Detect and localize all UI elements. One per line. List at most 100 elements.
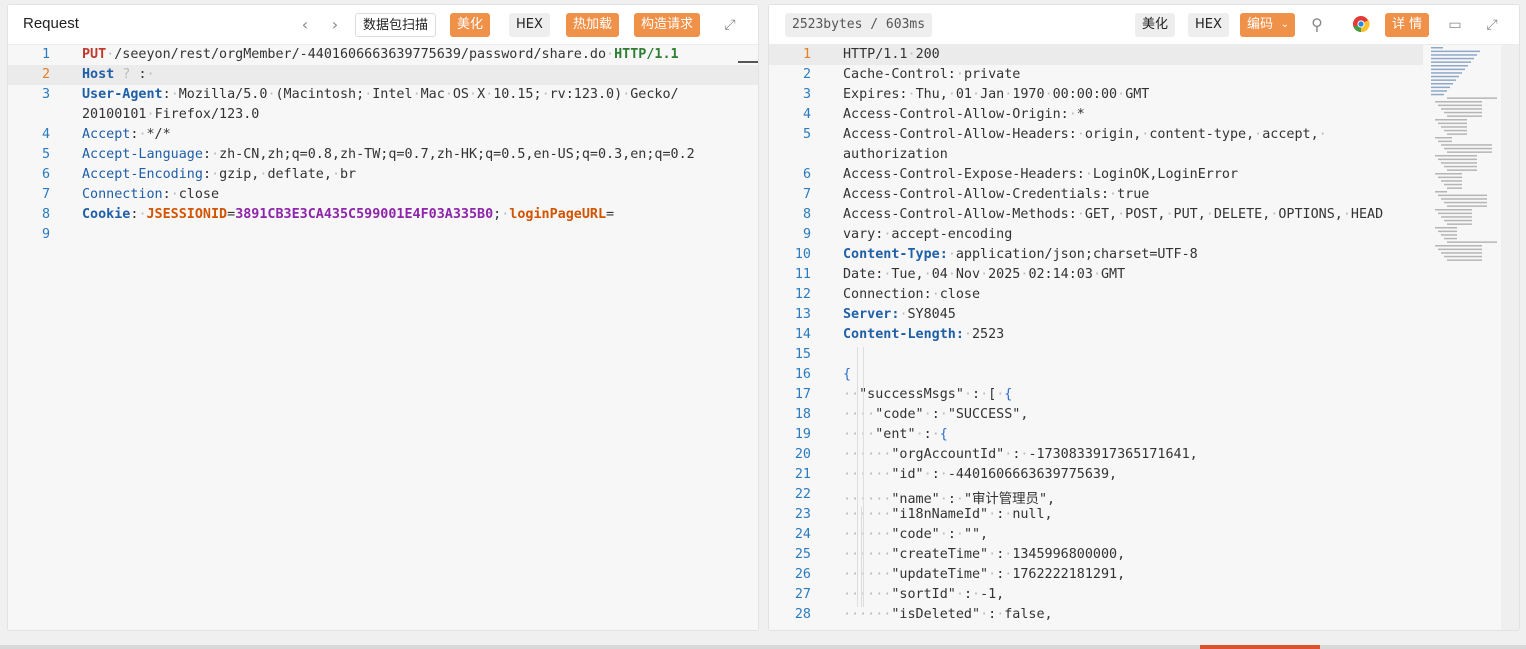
code-token: ·: [915, 427, 924, 442]
code-token: ·: [1318, 127, 1327, 142]
code-token: LoginOK,LoginError: [1092, 167, 1239, 182]
line-number: 28: [794, 607, 811, 622]
code-token: 10.15;: [493, 87, 542, 102]
indent-guide: [863, 347, 864, 607]
code-token: PUT,: [1173, 207, 1206, 222]
code-token: application/json;charset=UTF-8: [955, 247, 1198, 262]
response-toolbar: 2523bytes / 603ms 美化 HEX 编码 ⌄ ⚲ 详 情 ▭ ⤢: [769, 5, 1519, 45]
code-token: Nov: [955, 267, 981, 282]
comment-icon[interactable]: ▭: [1445, 15, 1465, 35]
code-token: DELETE,: [1213, 207, 1271, 222]
line-number: 23: [794, 507, 811, 522]
line-number: 4: [802, 107, 811, 122]
response-hex-button[interactable]: HEX: [1188, 13, 1229, 37]
code-token: :: [931, 467, 940, 482]
code-token: -4401606663639775639,: [947, 467, 1118, 482]
code-token: accept,: [1262, 127, 1319, 142]
code-token: "i18nNameId": [891, 507, 989, 522]
packet-scan-button[interactable]: 数据包扫描: [355, 13, 437, 37]
code-token: ·: [267, 87, 276, 102]
expand-icon[interactable]: ⤢: [720, 15, 740, 35]
hex-button[interactable]: HEX: [509, 13, 550, 37]
code-token: ·: [955, 527, 964, 542]
line-number: 6: [41, 167, 50, 182]
line-number: 1: [802, 47, 811, 62]
line-number: 6: [802, 167, 811, 182]
code-line: ····"code"·:·"SUCCESS",: [843, 407, 1028, 422]
code-token: ·: [1205, 207, 1214, 222]
code-token: "sortId": [891, 587, 956, 602]
code-line: ······"createTime"·:·1345996800000,: [843, 547, 1125, 562]
code-minimap[interactable]: [1429, 45, 1499, 285]
chrome-icon[interactable]: [1351, 15, 1371, 35]
code-token: Tue,: [891, 267, 924, 282]
beautify-button[interactable]: 美化: [450, 13, 491, 37]
code-token: =: [227, 207, 236, 222]
code-token: accept-encoding: [891, 227, 1013, 242]
encoding-label: 编码: [1247, 17, 1274, 32]
construct-request-button[interactable]: 构造请求: [634, 13, 701, 37]
code-token: GET,: [1084, 207, 1118, 222]
code-token: -1,: [980, 587, 1005, 602]
line-number: 13: [794, 307, 811, 322]
code-line: Content-Length:·2523: [843, 327, 1004, 342]
details-button[interactable]: 详 情: [1385, 13, 1430, 37]
code-token: :: [947, 492, 956, 507]
code-token: /seeyon/rest/orgMember/-4401606663639775…: [114, 47, 607, 62]
code-line: ······"id"·:·-4401606663639775639,: [843, 467, 1117, 482]
code-token: ·: [1068, 107, 1077, 122]
search-icon[interactable]: ⚲: [1307, 15, 1327, 35]
code-token: ·: [170, 87, 179, 102]
code-token: ·: [963, 387, 972, 402]
code-token: "orgAccountId": [891, 447, 1005, 462]
code-token: "SUCCESS",: [947, 407, 1029, 422]
code-token: HTTP/1.1: [614, 47, 679, 62]
line-number: 2: [802, 67, 811, 82]
request-editor[interactable]: 1 PUT·/seeyon/rest/orgMember/-44016066636…: [8, 45, 758, 630]
code-token: Content-Type:: [843, 247, 948, 262]
code-token: Access-Control-Allow-Methods:: [843, 207, 1077, 222]
code-token: ·: [146, 67, 155, 82]
code-token: "code": [891, 527, 940, 542]
expand-icon[interactable]: ⤢: [1482, 15, 1502, 35]
encoding-dropdown[interactable]: 编码 ⌄: [1240, 13, 1296, 37]
code-token: ·: [931, 427, 940, 442]
request-panel: Request ‹ › 数据包扫描 美化 HEX 热加载 构造请求 ⤢ 1 PUT…: [7, 4, 759, 631]
code-token: ·: [988, 547, 997, 562]
code-token: ·: [947, 247, 956, 262]
code-token: OS: [452, 87, 469, 102]
code-token: ·: [1084, 167, 1093, 182]
response-editor[interactable]: 1 HTTP/1.1·200 2 Cache-Control:·private 3 Exp…: [769, 45, 1519, 630]
code-token: Cache-Control:: [843, 67, 956, 82]
code-line: ··"successMsgs"·:·[·{: [843, 387, 1012, 402]
code-token: =: [606, 207, 615, 222]
code-line: Server:·SY8045: [843, 307, 956, 322]
hotload-button[interactable]: 热加载: [566, 13, 620, 37]
code-line: ······"name"·:·"审计管理员",: [843, 487, 1055, 507]
code-token: ·: [907, 47, 916, 62]
code-line: Connection:·close: [82, 187, 219, 202]
response-beautify-button[interactable]: 美化: [1135, 13, 1176, 37]
code-token: :: [202, 167, 211, 182]
code-token: Thu,: [915, 87, 948, 102]
response-scrollbar[interactable]: [1501, 45, 1519, 630]
chevron-left-icon[interactable]: ‹: [295, 15, 315, 35]
line-number: 22: [794, 487, 811, 502]
code-token: User-Agent: [82, 87, 163, 102]
code-token: ·: [923, 467, 932, 482]
code-token: ·: [211, 147, 220, 162]
chevron-down-icon: ⌄: [1280, 19, 1290, 30]
code-token: 01: [955, 87, 972, 102]
code-token: 3891CB3E3CA435C599001E4F03A335B0: [235, 207, 494, 222]
line-number: 14: [794, 327, 811, 342]
code-line: Host ? :·: [82, 67, 155, 82]
chevron-right-icon[interactable]: ›: [325, 15, 345, 35]
code-token: "createTime": [891, 547, 989, 562]
code-token: ·: [170, 187, 179, 202]
code-token: "name": [891, 492, 940, 507]
code-line: Access-Control-Allow-Methods:·GET,·POST,…: [843, 207, 1383, 222]
code-token: ······: [843, 607, 892, 622]
code-line: {: [843, 367, 851, 382]
bottom-bar: [0, 645, 1526, 649]
code-token: PUT: [82, 47, 107, 62]
